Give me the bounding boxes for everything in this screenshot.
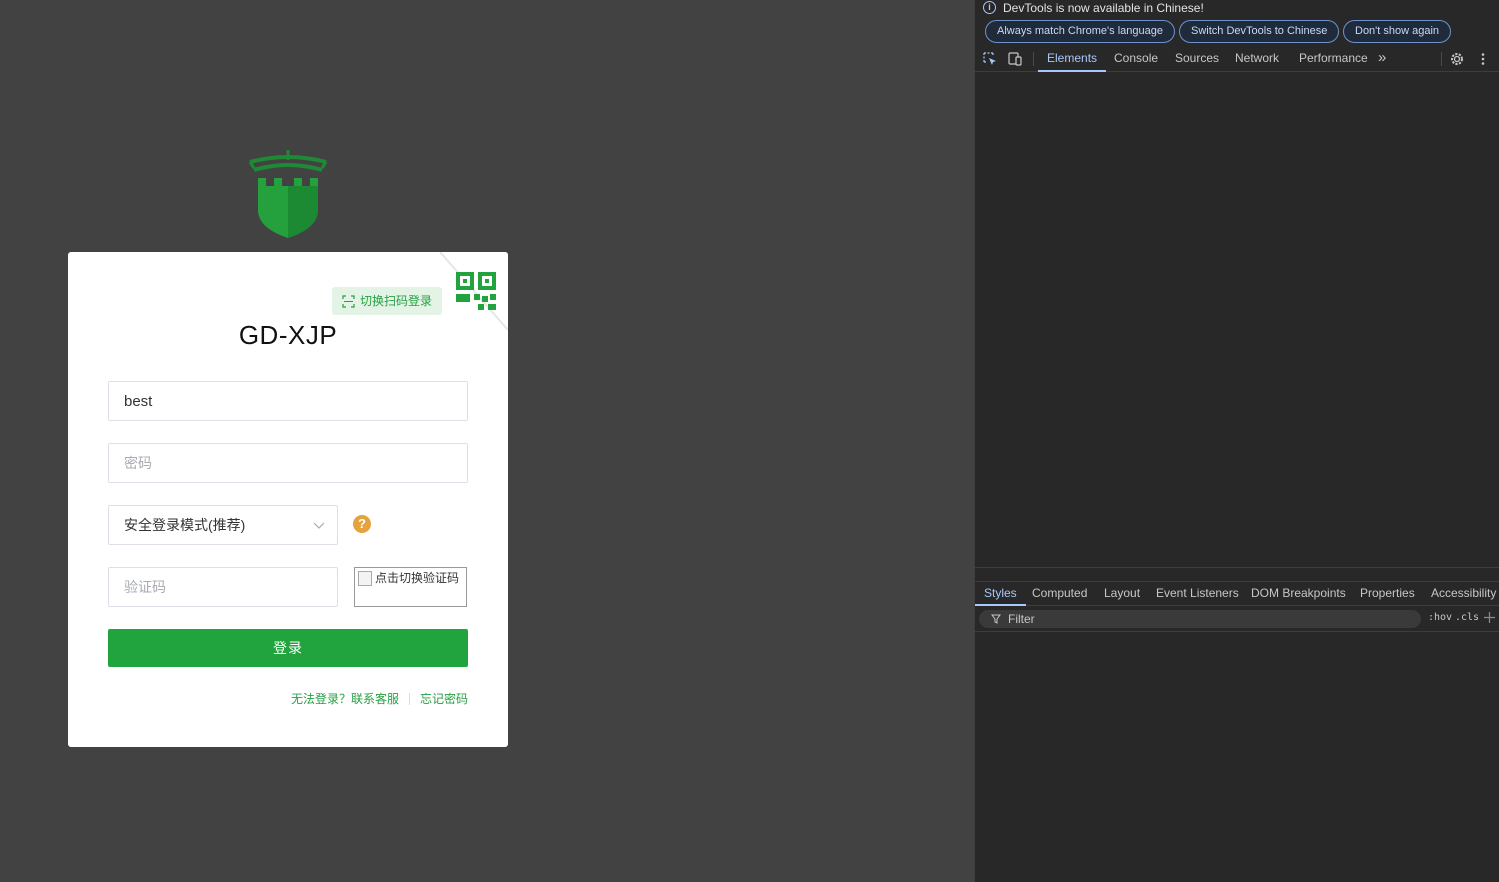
language-infobar: i DevTools is now available in Chinese! … [975,0,1499,46]
subtab-dom-breakpoints[interactable]: DOM Breakpoints [1251,582,1346,606]
subtab-computed[interactable]: Computed [1032,582,1087,606]
scan-icon [342,294,355,308]
captcha-alt-text: 点击切换验证码 [375,571,460,585]
forgot-password-link[interactable]: 忘记密码 [420,690,468,707]
hov-button[interactable]: :hov [1428,612,1452,623]
subtab-styles[interactable]: Styles [975,582,1026,606]
subtab-layout[interactable]: Layout [1104,582,1140,606]
gear-icon[interactable] [1449,51,1465,67]
qr-switch-label: 切换扫码登录 [360,294,433,308]
devtools-panel: i DevTools is now available in Chinese! … [974,0,1499,882]
cls-button[interactable]: .cls [1455,612,1479,623]
subtab-accessibility[interactable]: Accessibility [1431,582,1496,606]
filter-input[interactable]: Filter [979,610,1421,628]
filter-icon [991,614,1001,624]
plus-icon[interactable] [1483,611,1496,624]
captcha-image[interactable]: 点击切换验证码 [354,567,467,607]
qr-switch-tag[interactable]: 切换扫码登录 [332,287,443,315]
contact-support-link[interactable]: 无法登录？联系客服 [291,690,399,707]
castle-logo-icon [248,150,328,238]
devtools-toolbar: Elements Console Sources Network Perform… [975,46,1499,72]
inspect-element-icon[interactable] [982,51,998,67]
login-mode-value: 安全登录模式(推荐) [124,517,246,533]
chevron-down-icon [313,522,325,529]
password-input[interactable] [108,443,468,483]
info-icon: i [983,1,996,14]
screen: 切换扫码登录 GD-XJP 安全登录模式(推荐) ? 点击切换验证码 登录 无法… [0,0,1499,882]
switch-chinese-button[interactable]: Switch DevTools to Chinese [1179,20,1340,43]
login-card: 切换扫码登录 GD-XJP 安全登录模式(推荐) ? 点击切换验证码 登录 无法… [68,252,508,747]
kebab-menu-icon[interactable] [1475,51,1491,67]
toolbar-divider [1441,52,1442,66]
login-button[interactable]: 登录 [108,629,468,667]
device-toolbar-icon[interactable] [1007,51,1023,67]
help-icon[interactable]: ? [353,515,371,533]
qr-code-corner-icon[interactable] [440,252,508,330]
tab-console[interactable]: Console [1114,46,1158,72]
tab-sources[interactable]: Sources [1175,46,1219,72]
more-tabs-icon[interactable]: » [1378,46,1386,72]
styles-subtabs: Styles Computed Layout Event Listeners D… [975,581,1499,606]
dont-show-again-button[interactable]: Don't show again [1343,20,1452,43]
tab-network[interactable]: Network [1235,46,1279,72]
filter-placeholder: Filter [1008,612,1035,626]
match-language-button[interactable]: Always match Chrome's language [985,20,1175,43]
username-input[interactable] [108,381,468,421]
elements-tree-pane[interactable] [975,72,1499,567]
pane-splitter[interactable] [975,567,1499,581]
login-mode-select[interactable]: 安全登录模式(推荐) [108,505,338,545]
subtab-properties[interactable]: Properties [1360,582,1415,606]
tab-elements[interactable]: Elements [1038,46,1107,72]
styles-filter-bar: Filter :hov .cls [975,606,1499,632]
tab-performance[interactable]: Performance [1299,46,1368,72]
brand-title: GD-XJP [238,320,338,350]
link-divider [408,692,410,705]
broken-image-icon [358,571,372,586]
toolbar-divider [1033,52,1034,66]
subtab-event-listeners[interactable]: Event Listeners [1156,582,1239,606]
help-links: 无法登录？联系客服 忘记密码 [291,690,468,707]
info-message: DevTools is now available in Chinese! [1003,1,1204,15]
login-page: 切换扫码登录 GD-XJP 安全登录模式(推荐) ? 点击切换验证码 登录 无法… [0,0,974,882]
captcha-input[interactable] [108,567,338,607]
